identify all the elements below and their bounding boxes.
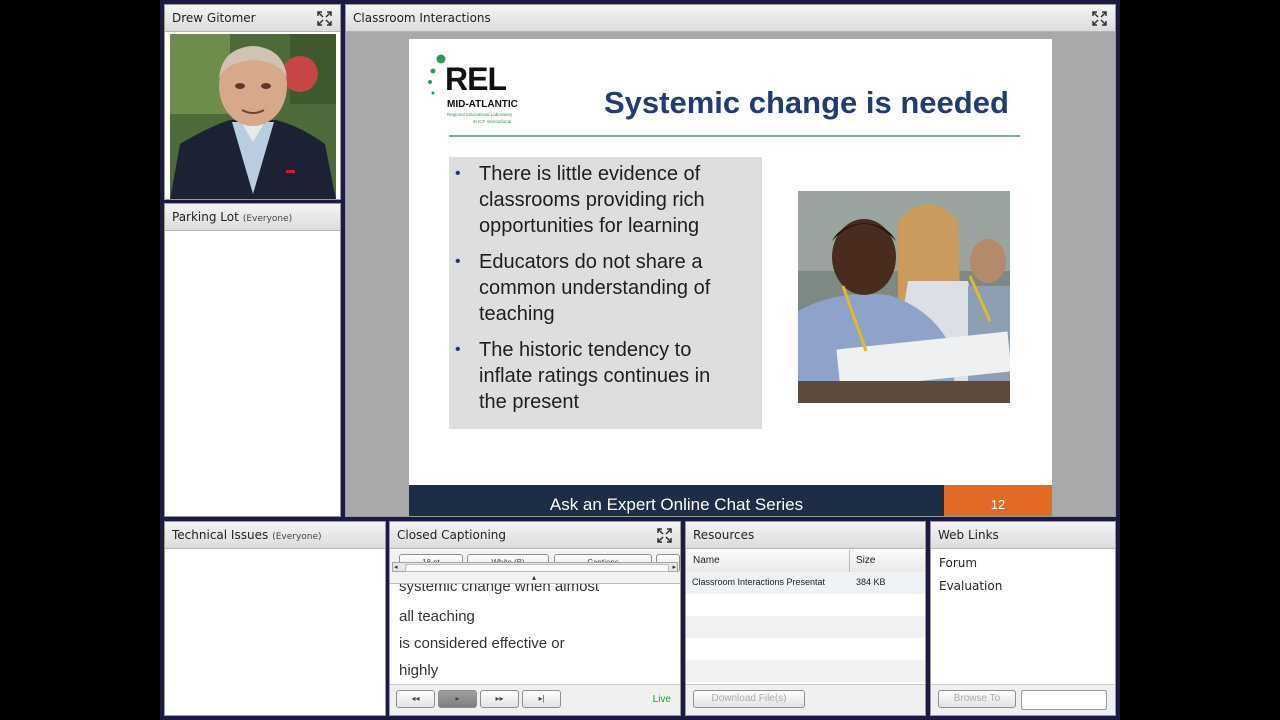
technical-issues-title: Technical Issues (Everyone) (165, 522, 385, 549)
column-divider (849, 550, 850, 572)
bullet-line: classrooms providing rich (479, 189, 705, 211)
slide-area: REL MID-ATLANTIC Regional Educational La… (346, 33, 1115, 516)
bullet-line: inflate ratings continues in (479, 365, 711, 387)
bullet-item: • The historic tendency to inflate ratin… (455, 337, 749, 415)
bullet-dot-icon: • (455, 341, 461, 358)
resources-header: Name Size (686, 550, 925, 573)
logo-main: REL (445, 61, 507, 97)
maximize-icon[interactable] (657, 528, 672, 543)
resources-list: Name Size Classroom Interactions Present… (686, 550, 925, 686)
bullet-line: Educators do not share a (479, 251, 703, 273)
technical-issues-audience: (Everyone) (272, 532, 322, 542)
presenter-video (170, 34, 336, 199)
size-column-header[interactable]: Size (856, 555, 875, 566)
skip-end-icon: ▸| (538, 694, 545, 703)
logo-tagline-1: Regional Educational Laboratory (447, 112, 513, 117)
presenter-video-pod: Drew Gitomer (164, 4, 341, 200)
pause-button[interactable]: ▸ (438, 690, 477, 708)
bullet-line: The historic tendency to (479, 339, 692, 361)
slide-divider (449, 135, 1020, 137)
logo-sub: MID-ATLANTIC (447, 99, 518, 110)
classroom-photo (798, 191, 1010, 403)
caption-line: highly (399, 662, 439, 679)
caption-text-area[interactable]: systemic change when almost all teaching… (390, 584, 680, 684)
resource-name: Classroom Interactions Presentat (692, 577, 826, 587)
web-links-pod: Web Links Forum Evaluation Browse To (930, 521, 1116, 716)
resources-footer: Download File(s) (686, 684, 925, 715)
bullet-line: There is little evidence of (479, 163, 701, 185)
rewind-button[interactable]: ◂◂ (396, 690, 435, 708)
fast-forward-icon: ▸▸ (495, 694, 504, 703)
resource-size: 384 KB (856, 577, 886, 587)
bullet-dot-icon: • (455, 165, 461, 182)
scroll-left-icon[interactable]: ◂ (394, 563, 398, 571)
slide-number: 12 (944, 485, 1052, 516)
maximize-icon[interactable] (1092, 11, 1107, 26)
resources-title: Resources (686, 522, 925, 549)
parking-lot-audience: (Everyone) (242, 214, 293, 224)
technical-issues-pod: Technical Issues (Everyone) (164, 521, 386, 716)
name-column-header[interactable]: Name (693, 555, 720, 566)
slide: REL MID-ATLANTIC Regional Educational La… (409, 39, 1052, 516)
bullet-line: common understanding of (479, 277, 711, 299)
footer-text: Ask an Expert Online Chat Series (549, 495, 804, 514)
scroll-right-icon[interactable]: ▸ (672, 563, 676, 571)
table-row[interactable]: Classroom Interactions Presentat 384 KB (686, 572, 925, 594)
rewind-icon: ◂◂ (411, 694, 420, 703)
parking-lot-content[interactable] (165, 232, 340, 516)
live-indicator: Live (652, 694, 671, 705)
meeting-room: Drew Gitomer Parking Lot (Everyone) Clas… (160, 0, 1120, 720)
parking-lot-title: Parking Lot (Everyone) (165, 204, 340, 231)
scroll-up-icon[interactable]: ▴ (532, 573, 536, 582)
captioning-pod: Closed Captioning 18 pt White (B) Captio… (389, 521, 681, 716)
technical-issues-content[interactable] (165, 550, 385, 715)
parking-lot-pod: Parking Lot (Everyone) (164, 203, 341, 517)
share-pod-title: Classroom Interactions (346, 5, 1115, 32)
captioning-title: Closed Captioning (390, 522, 680, 549)
caption-line: all teaching (399, 608, 475, 625)
maximize-icon[interactable] (317, 11, 332, 26)
url-input[interactable] (1021, 690, 1107, 710)
slide-footer: Ask an Expert Online Chat Series 12 (409, 485, 1052, 516)
resources-pod: Resources Name Size Classroom Interactio… (685, 521, 926, 716)
download-files-button[interactable]: Download File(s) (693, 690, 805, 708)
logo-dots-icon (428, 54, 446, 95)
caption-line: is considered effective or (399, 635, 565, 652)
rel-logo: REL MID-ATLANTIC Regional Educational La… (427, 53, 527, 133)
web-links-title: Web Links (931, 522, 1115, 549)
skip-end-button[interactable]: ▸| (522, 690, 561, 708)
fast-forward-button[interactable]: ▸▸ (480, 690, 519, 708)
caption-options-bar: 18 pt White (B) Captions ◂ ▸ ▴ (390, 550, 680, 584)
bullet-dot-icon: • (455, 253, 461, 270)
web-link-item[interactable]: Evaluation (939, 579, 1002, 593)
technical-issues-label: Technical Issues (172, 528, 269, 542)
bullet-line: teaching (479, 303, 555, 325)
browse-to-button[interactable]: Browse To (938, 690, 1016, 708)
logo-tagline-2: at ICF International (473, 119, 512, 124)
web-link-item[interactable]: Forum (939, 556, 977, 570)
slide-title: Systemic change is needed (604, 85, 1009, 120)
horizontal-scrollbar[interactable]: ◂ ▸ (392, 562, 678, 572)
bullet-line: the present (479, 391, 580, 413)
bullet-item: • Educators do not share a common unders… (455, 249, 749, 327)
pause-icon: ▸ (455, 694, 460, 703)
parking-lot-label: Parking Lot (172, 210, 239, 224)
bullet-item: • There is little evidence of classrooms… (455, 161, 749, 239)
bullet-line: opportunities for learning (479, 215, 700, 237)
web-links-footer: Browse To (931, 684, 1115, 715)
share-pod: Classroom Interactions REL MID-ATLANTIC … (345, 4, 1116, 517)
caption-line: systemic change when almost (399, 584, 600, 595)
bullet-box: • There is little evidence of classrooms… (449, 157, 762, 429)
presenter-name: Drew Gitomer (165, 5, 340, 32)
scrollbar-thumb[interactable] (405, 564, 669, 572)
caption-controls: ◂◂ ▸ ▸▸ ▸| Live (390, 684, 680, 715)
